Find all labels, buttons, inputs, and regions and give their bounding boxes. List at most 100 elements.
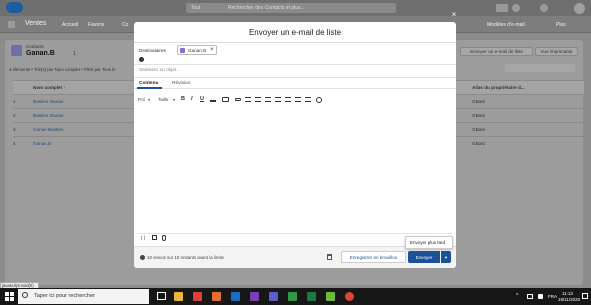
pin-count: 1: [73, 51, 76, 57]
modal-close-icon[interactable]: ×: [450, 11, 458, 19]
align-center-icon[interactable]: [275, 97, 281, 102]
tab-active-indicator: [137, 87, 162, 89]
row-name-link[interactable]: Ganan Bastien: [33, 127, 63, 132]
outlook-icon[interactable]: [231, 292, 240, 301]
row-name-link[interactable]: Ganan.B: [33, 141, 51, 146]
app-icon-multi[interactable]: [212, 292, 221, 301]
align-left-icon[interactable]: [265, 97, 271, 102]
language-indicator[interactable]: FRA: [548, 294, 557, 299]
nav-item-more[interactable]: Co: [122, 22, 128, 28]
recipient-chip-label: Ganan.B: [188, 48, 207, 53]
tab-revision[interactable]: Révision: [172, 81, 190, 86]
image-icon[interactable]: [222, 97, 229, 102]
merge-field-icon[interactable]: { }: [141, 235, 145, 240]
bullet-list-icon[interactable]: [245, 97, 251, 102]
underline-icon[interactable]: U: [200, 96, 204, 102]
windows-taskbar: Taper ici pour rechercher ^ FRA 11:13 19…: [0, 288, 591, 305]
tray-chevron-icon[interactable]: ^: [516, 293, 518, 299]
recipients-label: Destinataires: [139, 48, 166, 53]
size-dropdown-icon[interactable]: ▾: [173, 97, 175, 102]
app-launcher-icon[interactable]: [8, 21, 15, 28]
contact-chip-icon: [180, 48, 185, 53]
numbered-list-icon[interactable]: [255, 97, 261, 102]
outdent-icon[interactable]: [305, 97, 311, 102]
nav-item-accueil[interactable]: Accueil: [62, 22, 78, 28]
printable-view-button[interactable]: Vue imprimable: [535, 47, 578, 56]
list-summary: 4 éléments • Trié(s) par Nom complet • F…: [9, 67, 116, 72]
column-header-alias[interactable]: Alias du propriétaire d...: [472, 85, 525, 90]
taskbar-search[interactable]: Taper ici pour rechercher: [18, 289, 149, 304]
file-explorer-icon[interactable]: [174, 292, 183, 301]
row-number: 2: [13, 113, 16, 118]
search-icon: [22, 292, 28, 298]
nav-item-plus[interactable]: Plus: [556, 22, 566, 28]
nav-item-favoris[interactable]: Favoris: [88, 22, 104, 28]
send-label: Envoyer: [415, 254, 433, 260]
send-later-item[interactable]: Envoyer plus tard: [410, 240, 445, 245]
teams-icon[interactable]: [269, 292, 278, 301]
link-icon[interactable]: [235, 98, 241, 101]
row-alias: GBast: [472, 99, 485, 104]
delete-icon[interactable]: [327, 254, 332, 260]
template-icon[interactable]: [152, 235, 157, 240]
notification-icon[interactable]: [582, 293, 588, 299]
modal-header: Envoyer un e-mail de liste: [134, 22, 456, 43]
nav-item-email-templates[interactable]: Modèles d'e-mail: [487, 22, 525, 28]
network-icon[interactable]: [527, 294, 533, 299]
row-number: 3: [13, 127, 16, 132]
send-button[interactable]: Envoyer: [408, 251, 440, 263]
font-select[interactable]: Pol: [138, 97, 145, 102]
app-name: Ventes: [25, 20, 47, 27]
send-options-button[interactable]: ▼: [440, 251, 451, 263]
clear-format-icon[interactable]: [316, 97, 322, 103]
list-title[interactable]: Ganan.B: [26, 50, 55, 57]
help-icon[interactable]: [540, 4, 548, 12]
list-email-modal: Envoyer un e-mail de liste Destinataires…: [134, 22, 456, 268]
app-icon-green[interactable]: [288, 292, 297, 301]
text-color-icon[interactable]: [210, 97, 216, 102]
clock-date[interactable]: 19/11/2020: [558, 297, 580, 302]
app-icon-lime[interactable]: [326, 292, 335, 301]
attach-icon[interactable]: [162, 235, 166, 241]
salesforce-logo[interactable]: [6, 2, 23, 13]
column-header-name[interactable]: Nom complet ↑: [33, 85, 66, 90]
onenote-icon[interactable]: [250, 292, 259, 301]
app-icon-red[interactable]: [193, 292, 202, 301]
save-draft-button[interactable]: Enregistrer en brouillon: [341, 251, 406, 263]
row-name-link[interactable]: Bastien Ganan: [33, 113, 63, 118]
send-list-email-button[interactable]: Envoyer un e-mail de liste: [460, 47, 533, 56]
indent-icon[interactable]: [295, 97, 301, 102]
star-icon[interactable]: [496, 4, 508, 12]
global-search[interactable]: Tout Rechercher des Contacts et plus...: [186, 3, 396, 13]
search-scope[interactable]: Tout: [191, 5, 200, 11]
modal-title: Envoyer un e-mail de liste: [248, 28, 342, 37]
list-controls-icon[interactable]: [505, 64, 575, 72]
subject-input[interactable]: Saisissez un objet...: [139, 67, 449, 72]
volume-icon[interactable]: [538, 294, 543, 299]
italic-icon[interactable]: I: [191, 96, 193, 102]
chrome-icon[interactable]: [345, 292, 354, 301]
clock-time[interactable]: 11:13: [562, 291, 573, 296]
tab-contenu[interactable]: Contenu: [139, 81, 158, 86]
row-name-link[interactable]: Bastien Ganan: [33, 99, 63, 104]
align-right-icon[interactable]: [285, 97, 291, 102]
send-limit-note: 10 envois sur 10 restants avant la limit…: [147, 255, 225, 260]
task-view-icon[interactable]: [157, 292, 166, 300]
printable-view-label: Vue imprimable: [540, 49, 573, 54]
font-dropdown-icon[interactable]: ▾: [148, 97, 150, 102]
object-label: Contacts: [26, 44, 44, 49]
chevron-down-icon: ▼: [444, 254, 448, 260]
excel-icon[interactable]: [307, 292, 316, 301]
contacts-icon: [11, 45, 22, 56]
avatar[interactable]: [574, 3, 585, 14]
bold-icon[interactable]: B: [181, 96, 185, 102]
windows-start-icon[interactable]: [5, 292, 14, 301]
email-body-editor[interactable]: [136, 106, 454, 232]
row-alias: GBast: [472, 113, 485, 118]
row-number: 4: [13, 141, 16, 146]
size-select[interactable]: Taille: [158, 97, 168, 102]
remove-recipient-icon[interactable]: ×: [210, 47, 214, 53]
add-icon[interactable]: [512, 4, 520, 12]
recipient-chip[interactable]: Ganan.B ×: [177, 45, 217, 55]
global-header: Tout Rechercher des Contacts et plus...: [0, 0, 591, 16]
